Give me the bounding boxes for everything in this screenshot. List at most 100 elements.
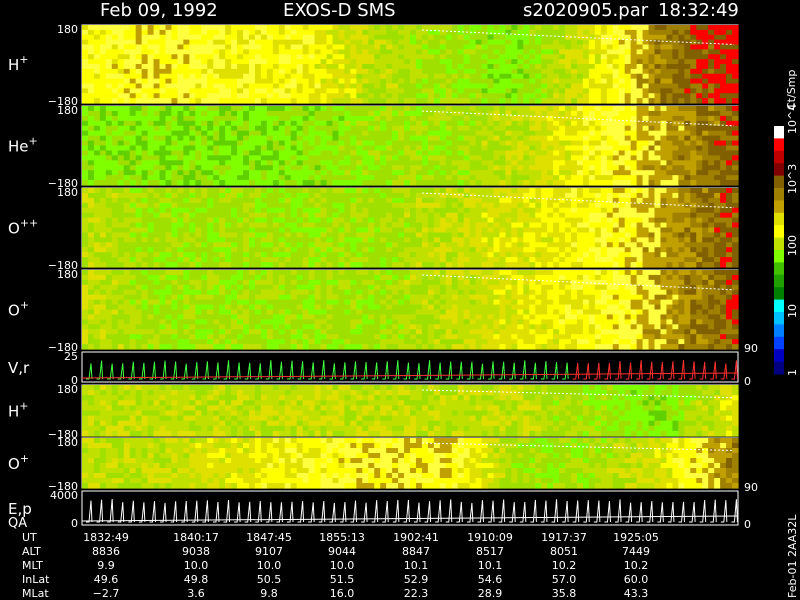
heatmap-cell bbox=[439, 188, 447, 194]
heatmap-cell bbox=[427, 160, 435, 166]
heatmap-cell bbox=[654, 29, 662, 36]
heatmap-cell bbox=[231, 49, 238, 55]
heatmap-cell bbox=[392, 155, 399, 161]
heatmap-cell bbox=[415, 88, 423, 94]
heatmap-cell bbox=[105, 192, 113, 199]
heatmap-cell bbox=[207, 54, 214, 60]
heatmap-cell bbox=[696, 140, 703, 147]
heatmap-cell bbox=[541, 110, 548, 117]
heatmap-cell bbox=[105, 54, 113, 60]
heatmap-cell bbox=[159, 130, 167, 137]
heatmap-cell bbox=[714, 125, 721, 132]
heatmap-cell bbox=[362, 145, 369, 152]
heatmap-cell bbox=[463, 165, 471, 171]
heatmap-cell bbox=[648, 170, 656, 176]
heatmap-cell bbox=[338, 262, 345, 268]
heatmap-cell bbox=[469, 170, 477, 176]
heatmap-cell bbox=[362, 150, 369, 156]
heatmap-cell bbox=[82, 242, 89, 248]
heatmap-cell bbox=[672, 44, 679, 50]
heatmap-cell bbox=[141, 202, 149, 209]
heatmap-cell bbox=[308, 34, 316, 41]
heatmap-cell bbox=[445, 202, 453, 209]
heatmap-cell bbox=[654, 54, 662, 60]
heatmap-cell bbox=[368, 135, 375, 142]
heatmap-cell bbox=[356, 170, 363, 176]
heatmap-cell bbox=[415, 106, 423, 112]
heatmap-cell bbox=[350, 262, 357, 268]
heatmap-cell bbox=[541, 170, 548, 176]
heatmap-cell bbox=[332, 73, 340, 80]
heatmap-cell bbox=[648, 59, 656, 65]
heatmap-cell bbox=[231, 217, 238, 224]
heatmap-cell bbox=[93, 212, 101, 219]
heatmap-cell bbox=[111, 222, 119, 229]
heatmap-cell bbox=[433, 212, 441, 219]
heatmap-cell bbox=[207, 25, 214, 31]
heatmap-cell bbox=[553, 120, 560, 127]
heatmap-cell bbox=[189, 106, 196, 112]
heatmap-cell bbox=[201, 29, 208, 36]
heatmap-cell bbox=[594, 125, 602, 132]
heatmap-cell bbox=[553, 170, 560, 176]
heatmap-cell bbox=[415, 242, 423, 248]
heatmap-cell bbox=[410, 115, 417, 122]
heatmap-cell bbox=[732, 140, 739, 147]
heatmap-cell bbox=[356, 25, 363, 31]
heatmap-cell bbox=[189, 188, 196, 194]
heatmap-cell bbox=[487, 106, 495, 112]
heatmap-cell bbox=[344, 39, 351, 46]
heatmap-cell bbox=[207, 197, 214, 204]
heatmap-cell bbox=[213, 93, 220, 99]
heatmap-cell bbox=[445, 135, 453, 142]
heatmap-cell bbox=[201, 130, 208, 137]
heatmap-cell bbox=[284, 140, 292, 147]
heatmap-cell bbox=[183, 175, 190, 181]
heatmap-cell bbox=[660, 170, 668, 176]
heatmap-cell bbox=[177, 64, 184, 70]
heatmap-cell bbox=[678, 135, 685, 142]
heatmap-cell bbox=[189, 202, 196, 209]
heatmap-cell bbox=[600, 110, 608, 117]
heatmap-cell bbox=[278, 212, 286, 219]
heatmap-cell bbox=[183, 227, 190, 234]
heatmap-cell bbox=[219, 106, 226, 112]
heatmap-cell bbox=[243, 222, 250, 229]
heatmap-cell bbox=[469, 39, 477, 46]
heatmap-cell bbox=[398, 170, 405, 176]
heatmap-cell bbox=[421, 54, 429, 60]
heatmap-cell bbox=[237, 145, 244, 152]
heatmap-cell bbox=[338, 160, 345, 166]
heatmap-cell bbox=[636, 98, 644, 104]
heatmap-cell bbox=[529, 155, 536, 161]
heatmap-cell bbox=[159, 73, 167, 80]
heatmap-cell bbox=[582, 135, 590, 142]
heatmap-cell bbox=[493, 83, 501, 89]
heatmap-cell bbox=[612, 78, 620, 85]
heatmap-cell bbox=[517, 93, 524, 99]
heatmap-cell bbox=[547, 247, 554, 253]
heatmap-cell bbox=[266, 110, 274, 117]
heatmap-cell bbox=[618, 98, 626, 104]
heatmap-cell bbox=[266, 175, 274, 181]
heatmap-cell bbox=[582, 252, 590, 258]
heatmap-cell bbox=[600, 34, 608, 41]
heatmap-cell bbox=[284, 34, 292, 41]
heatmap-cell bbox=[678, 98, 685, 104]
header-file: s2020905.par bbox=[523, 0, 649, 21]
heatmap-cell bbox=[117, 222, 125, 229]
heatmap-cell bbox=[93, 222, 101, 229]
heatmap-cell bbox=[648, 73, 656, 80]
heatmap-cell bbox=[243, 207, 250, 214]
heatmap-cell bbox=[189, 150, 196, 156]
heatmap-cell bbox=[356, 98, 363, 104]
heatmap-cell bbox=[439, 25, 447, 31]
heatmap-cell bbox=[720, 110, 727, 117]
heatmap-cell bbox=[356, 242, 363, 248]
heatmap-cell bbox=[147, 197, 155, 204]
heatmap-cell bbox=[374, 212, 381, 219]
heatmap-cell bbox=[594, 110, 602, 117]
heatmap-cell bbox=[445, 232, 453, 238]
heatmap-cell bbox=[427, 54, 435, 60]
heatmap-cell bbox=[565, 242, 572, 248]
